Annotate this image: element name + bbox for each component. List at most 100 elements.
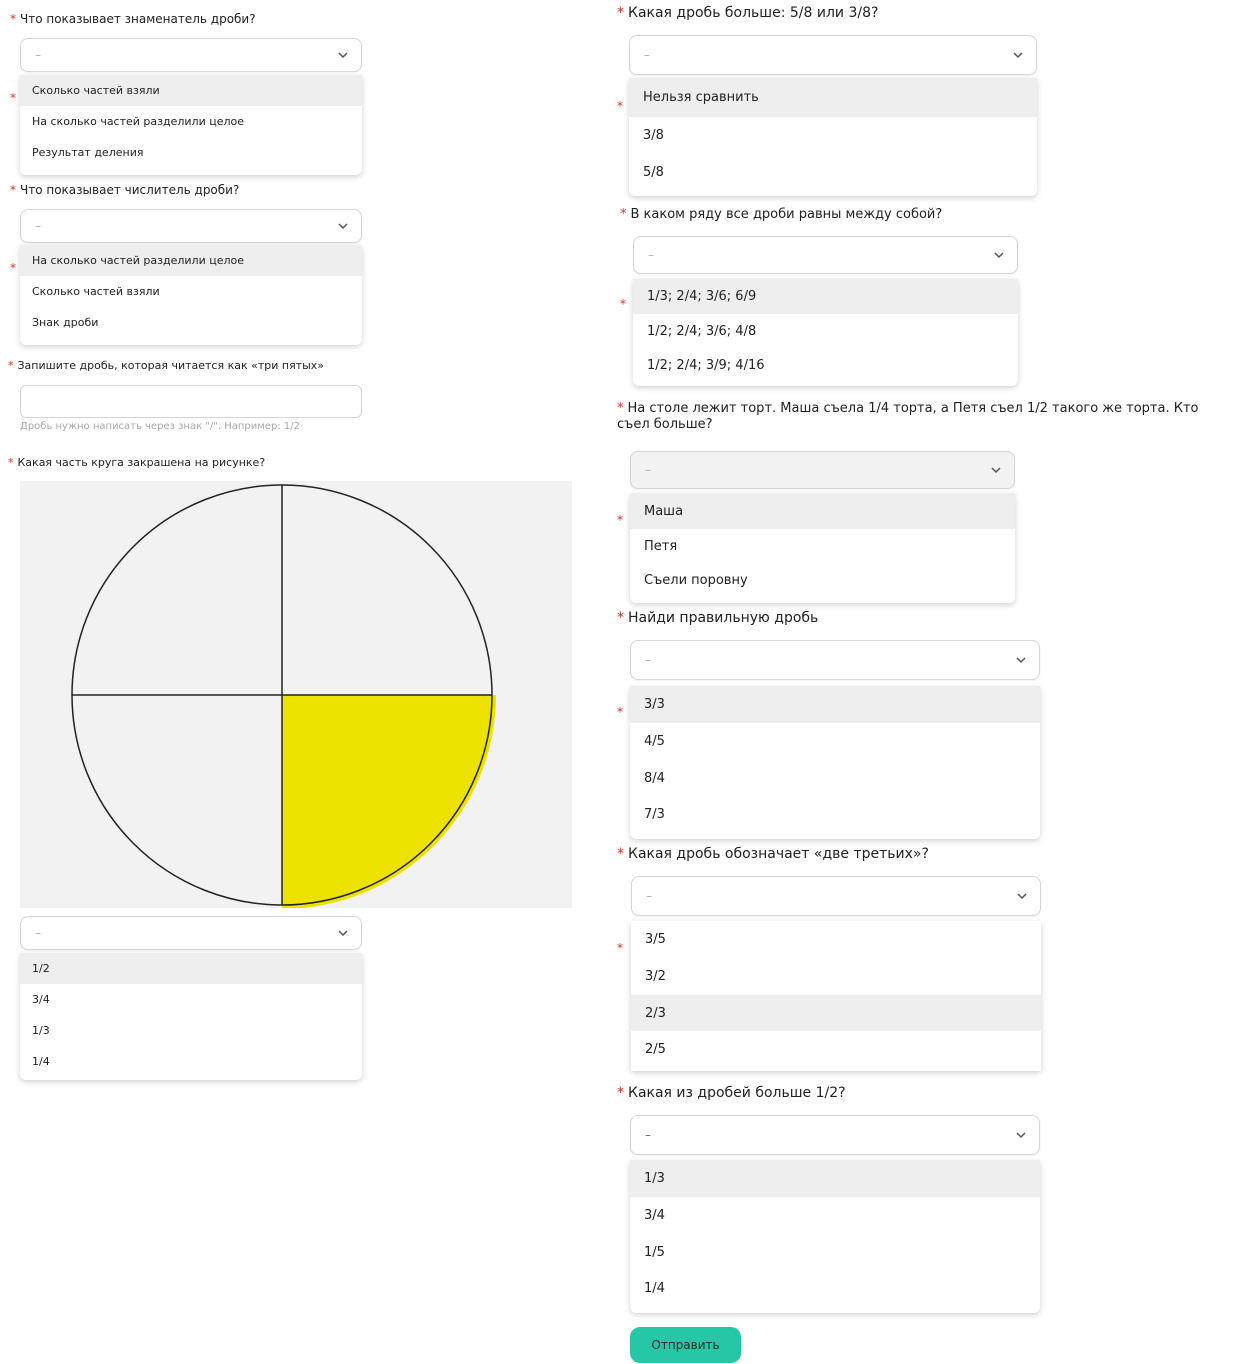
circle-image (20, 481, 572, 909)
two-thirds-select[interactable]: – (631, 876, 1041, 916)
question-text: Какая дробь больше: 5/8 или 3/8? (628, 5, 879, 21)
dropdown-option[interactable]: 1/2 (20, 953, 362, 984)
question-text: Что показывает числитель дроби? (20, 183, 240, 197)
question-text: Запишите дробь, которая читается как «тр… (17, 359, 325, 372)
required-mark: * (617, 1085, 624, 1101)
chevron-down-icon (1017, 893, 1027, 900)
dropdown-option[interactable]: Сколько частей взяли (20, 276, 362, 307)
circle-select[interactable]: – (20, 916, 362, 950)
cake-select[interactable]: – (630, 451, 1015, 489)
question-compare-eighths: * Какая дробь больше: 5/8 или 3/8? (617, 5, 878, 23)
dropdown-option[interactable]: 1/4 (20, 1046, 362, 1077)
dropdown-option[interactable]: Нельзя сравнить (629, 78, 1037, 117)
required-mark: * (8, 456, 14, 469)
dropdown-option[interactable]: Сколько частей взяли (20, 75, 362, 106)
chevron-down-icon (338, 223, 348, 230)
dropdown-option[interactable]: 3/8 (629, 117, 1037, 154)
question-three-fifths: * Запишите дробь, которая читается как «т… (8, 359, 324, 373)
select-placeholder: – (645, 463, 651, 477)
numerator-select[interactable]: – (20, 209, 362, 243)
required-mark: * (620, 297, 626, 311)
dropdown-option[interactable]: Знак дроби (20, 307, 362, 338)
question-text: Что показывает знаменатель дроби? (20, 12, 256, 26)
dropdown-option[interactable]: На сколько частей разделили целое (20, 245, 362, 276)
question-text: Какая дробь обозначает «две третьих»? (628, 846, 929, 862)
question-circle: * Какая часть круга закрашена на рисунке? (8, 456, 265, 470)
dropdown-option[interactable]: 3/4 (630, 1197, 1040, 1234)
greater-than-half-select[interactable]: – (630, 1115, 1040, 1155)
dropdown-option[interactable]: Съели поровну (630, 563, 1015, 597)
circle-diagram (71, 484, 496, 909)
select-placeholder: – (35, 926, 41, 940)
chevron-down-icon (1016, 657, 1026, 664)
cake-dropdown: Маша Петя Съели поровну (630, 493, 1015, 603)
required-mark: * (8, 359, 14, 372)
fraction-input[interactable] (20, 385, 362, 418)
dropdown-option[interactable]: 3/2 (631, 958, 1041, 995)
question-numerator: * Что показывает числитель дроби? (10, 183, 239, 198)
dropdown-option[interactable]: 3/5 (631, 921, 1041, 958)
dropdown-option[interactable]: 1/2; 2/4; 3/9; 4/16 (633, 348, 1018, 382)
denominator-select[interactable]: – (20, 38, 362, 72)
dropdown-option[interactable]: 4/5 (630, 723, 1040, 760)
proper-fraction-select[interactable]: – (630, 640, 1040, 680)
compare-eighths-select[interactable]: – (629, 35, 1037, 75)
select-placeholder: – (644, 48, 650, 62)
select-placeholder: – (35, 219, 41, 233)
chevron-down-icon (994, 252, 1004, 259)
dropdown-option[interactable]: 2/3 (631, 995, 1041, 1031)
input-hint: Дробь нужно написать через знак "/". Нап… (20, 421, 300, 432)
circle-dropdown: 1/2 3/4 1/3 1/4 (20, 953, 362, 1080)
dropdown-option[interactable]: 1/4 (630, 1270, 1040, 1307)
numerator-dropdown: На сколько частей разделили целое Скольк… (20, 245, 362, 345)
chevron-down-icon (1016, 1132, 1026, 1139)
dropdown-option[interactable]: 3/3 (630, 686, 1040, 723)
submit-button[interactable]: Отправить (630, 1327, 741, 1363)
dropdown-option[interactable]: Петя (630, 529, 1015, 563)
greater-than-half-dropdown: 1/3 3/4 1/5 1/4 (630, 1160, 1040, 1313)
question-two-thirds: * Какая дробь обозначает «две третьих»? (617, 846, 929, 864)
question-text: Найди правильную дробь (628, 610, 819, 626)
question-cake: * На столе лежит торт. Маша съела 1/4 тор… (617, 401, 1229, 434)
question-text: В каком ряду все дроби равны между собой… (630, 207, 943, 222)
select-placeholder: – (35, 48, 41, 62)
dropdown-option[interactable]: 1/3 (630, 1160, 1040, 1197)
question-text: На столе лежит торт. Маша съела 1/4 торт… (617, 401, 1199, 433)
select-placeholder: – (648, 248, 654, 262)
chevron-down-icon (338, 52, 348, 59)
dropdown-option[interactable]: 7/3 (630, 796, 1040, 833)
equal-fractions-select[interactable]: – (633, 236, 1018, 274)
dropdown-option[interactable]: 1/5 (630, 1234, 1040, 1270)
proper-fraction-dropdown: 3/3 4/5 8/4 7/3 (630, 686, 1040, 839)
required-mark: * (617, 705, 623, 719)
required-mark: * (10, 12, 16, 26)
dropdown-option[interactable]: 5/8 (629, 154, 1037, 191)
dropdown-option[interactable]: 1/3 (20, 1015, 362, 1046)
dropdown-option[interactable]: Результат деления (20, 137, 362, 168)
dropdown-option[interactable]: 1/2; 2/4; 3/6; 4/8 (633, 314, 1018, 348)
question-greater-than-half: * Какая из дробей больше 1/2? (617, 1085, 846, 1103)
chevron-down-icon (1013, 52, 1023, 59)
chevron-down-icon (991, 467, 1001, 474)
question-proper-fraction: * Найди правильную дробь (617, 610, 818, 628)
equal-fractions-dropdown: 1/3; 2/4; 3/6; 6/9 1/2; 2/4; 3/6; 4/8 1/… (633, 279, 1018, 386)
required-mark: * (617, 610, 624, 626)
dropdown-option[interactable]: Маша (630, 493, 1015, 529)
denominator-dropdown: Сколько частей взяли На сколько частей р… (20, 75, 362, 175)
question-text: Какая часть круга закрашена на рисунке? (17, 456, 266, 469)
required-mark: * (617, 401, 624, 416)
two-thirds-dropdown: 3/5 3/2 2/3 2/5 (631, 921, 1041, 1071)
question-text: Какая из дробей больше 1/2? (628, 1085, 846, 1101)
dropdown-option[interactable]: 2/5 (631, 1031, 1041, 1068)
dropdown-option[interactable]: На сколько частей разделили целое (20, 106, 362, 137)
dropdown-option[interactable]: 8/4 (630, 760, 1040, 796)
required-mark: * (10, 91, 16, 105)
dropdown-option[interactable]: 3/4 (20, 984, 362, 1015)
required-mark: * (617, 99, 623, 113)
dropdown-option[interactable]: 1/3; 2/4; 3/6; 6/9 (633, 279, 1018, 314)
required-mark: * (617, 5, 624, 21)
select-placeholder: – (645, 1128, 651, 1142)
select-placeholder: – (645, 653, 651, 667)
compare-eighths-dropdown: Нельзя сравнить 3/8 5/8 (629, 78, 1037, 196)
question-equal-fractions: * В каком ряду все дроби равны между собо… (620, 207, 942, 223)
